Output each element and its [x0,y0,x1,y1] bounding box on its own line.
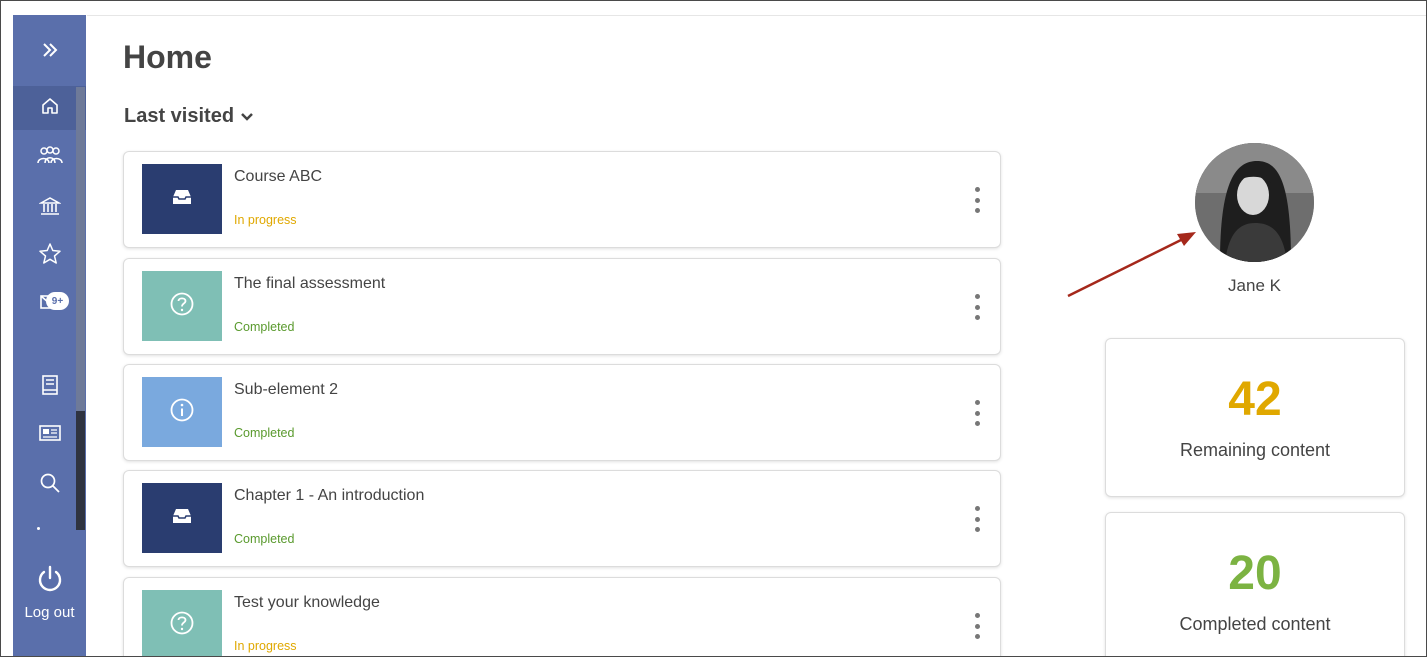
card-title: The final assessment [234,275,386,292]
app-frame: 9+ Log out Home Last visited Course ABC … [0,0,1427,657]
card-status: Completed [234,426,295,440]
card-title: Sub-element 2 [234,381,339,398]
card-status: Completed [234,532,295,546]
list-item[interactable]: Sub-element 2 Completed [123,364,1001,461]
card-title: Course ABC [234,168,323,185]
card-thumbnail [142,164,222,234]
more-options-icon[interactable] [967,187,987,213]
more-options-icon[interactable] [967,613,987,639]
avatar[interactable] [1195,143,1314,262]
remaining-content-card: 42 Remaining content [1105,338,1405,497]
list-item[interactable]: The final assessment Completed [123,258,1001,355]
last-visited-dropdown[interactable]: Last visited [124,105,254,128]
card-thumbnail [142,590,222,656]
messages-badge: 9+ [46,292,69,310]
question-icon [169,610,195,641]
logout-button[interactable]: Log out [13,565,86,635]
top-divider [87,15,1426,16]
list-item[interactable]: Course ABC In progress [123,151,1001,248]
newspaper-icon [38,423,62,448]
bank-icon [37,195,62,222]
sidebar-scroll-thumb[interactable] [76,87,85,411]
completed-content-card: 20 Completed content [1105,512,1405,656]
double-chevron-right-icon [41,41,59,64]
info-icon [169,397,195,428]
list-item[interactable]: Test your knowledge In progress [123,577,1001,656]
chevron-down-icon [240,105,254,128]
people-icon [36,145,63,172]
more-options-icon[interactable] [967,294,987,320]
completed-label: Completed content [1179,614,1331,634]
card-title: Chapter 1 - An introduction [234,487,425,504]
power-icon [36,565,64,598]
more-options-icon[interactable] [967,506,987,532]
search-icon [39,472,61,499]
card-thumbnail [142,483,222,553]
completed-count: 20 [1228,547,1282,600]
card-status: Completed [234,320,295,334]
star-icon [38,242,62,271]
sidebar: 9+ Log out [13,15,86,656]
question-icon [169,291,195,322]
sidebar-expand-button[interactable] [13,30,86,74]
section-label: Last visited [124,105,235,127]
card-thumbnail [142,377,222,447]
remaining-count: 42 [1228,373,1282,426]
home-icon [40,96,60,121]
user-name: Jane K [1228,276,1281,295]
card-title: Test your knowledge [234,594,380,611]
list-item[interactable]: Chapter 1 - An introduction Completed [123,470,1001,567]
book-icon [40,374,60,401]
inbox-icon [172,507,192,530]
logout-label: Log out [24,604,75,621]
card-thumbnail [142,271,222,341]
card-status: In progress [234,639,297,653]
sidebar-separator-dot [37,527,40,530]
page-title: Home [123,39,212,75]
card-status: In progress [234,213,297,227]
inbox-icon [172,188,192,211]
remaining-label: Remaining content [1179,440,1331,460]
more-options-icon[interactable] [967,400,987,426]
